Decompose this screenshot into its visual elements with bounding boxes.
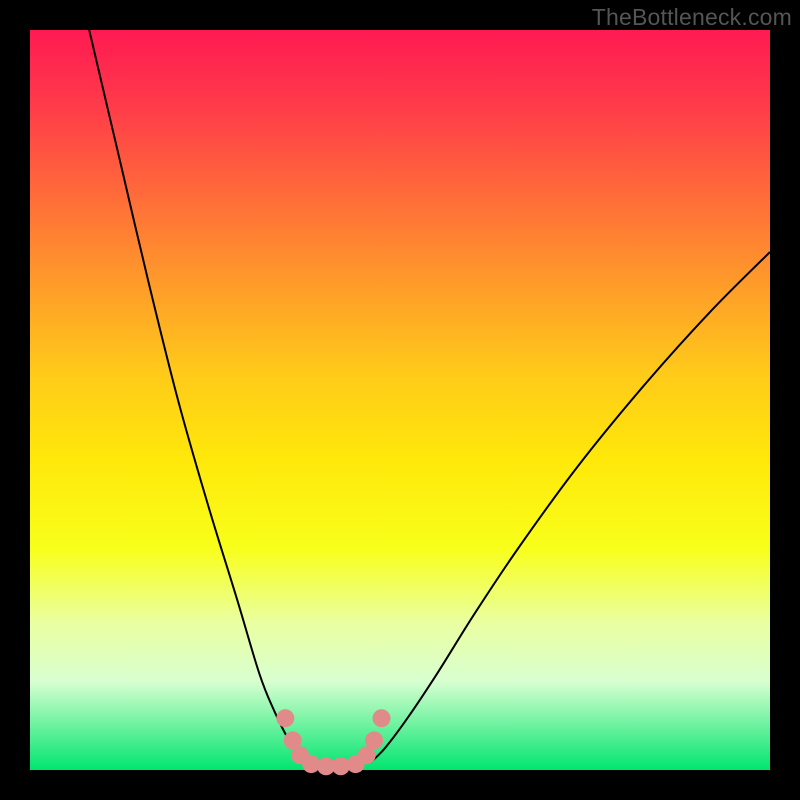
valley-marker [365,731,383,749]
valley-marker [373,709,391,727]
left-curve [89,30,304,763]
watermark-label: TheBottleneck.com [592,4,792,31]
valley-marker [276,709,294,727]
chart-svg [30,30,770,770]
right-curve [370,252,770,763]
plot-area [30,30,770,770]
chart-frame: TheBottleneck.com [0,0,800,800]
